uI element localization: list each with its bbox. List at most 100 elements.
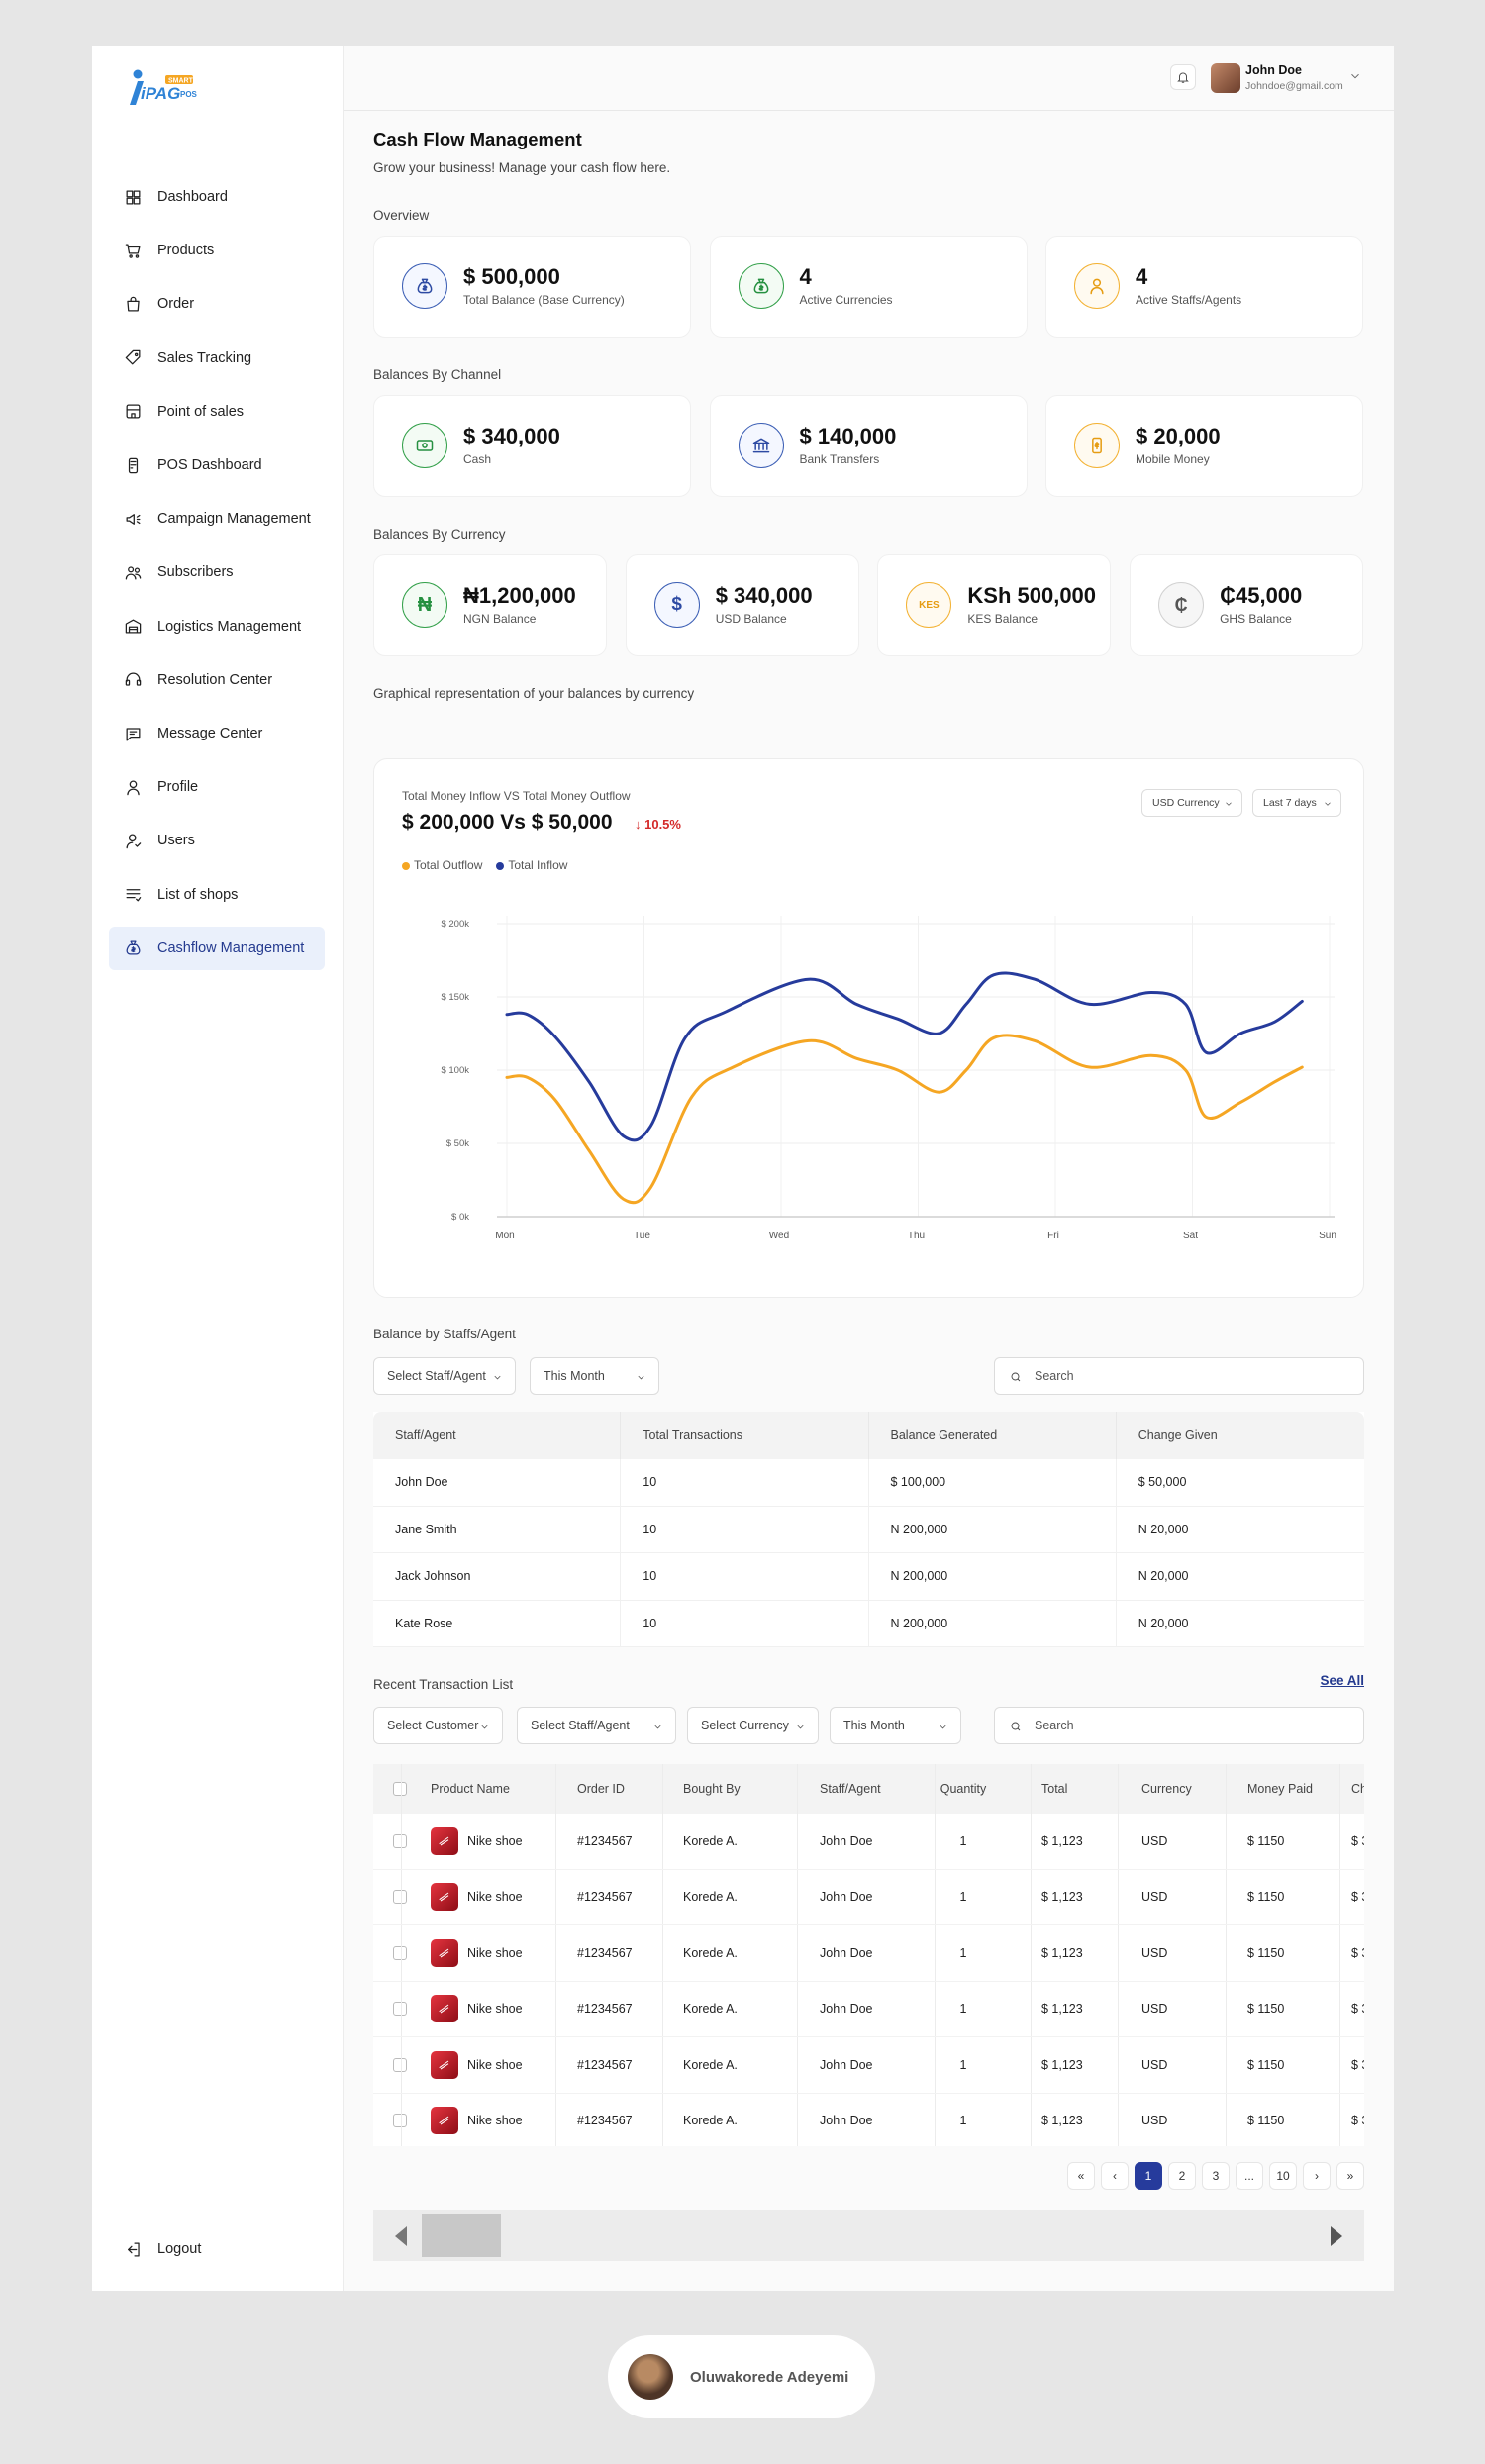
- column-divider: [1118, 2093, 1119, 2146]
- staff-filter-dropdown[interactable]: Select Staff/Agent: [373, 1357, 516, 1395]
- table-cell: $ 1,123: [1041, 1890, 1083, 1905]
- transaction-filter-dropdown[interactable]: Select Customer: [373, 1707, 503, 1744]
- column-divider: [1118, 1981, 1119, 2036]
- table-row[interactable]: Nike shoe #1234567 Korede A. John Doe 1 $ 1,1…: [373, 1869, 1364, 1925]
- table-cell: N 200,000: [869, 1506, 1117, 1552]
- overview-card: $ 500,000 Total Balance (Base Currency): [373, 236, 691, 338]
- app-logo[interactable]: iPAG SMART POS: [122, 65, 201, 109]
- pagination-item[interactable]: ‹: [1101, 2162, 1129, 2190]
- table-row[interactable]: Nike shoe #1234567 Korede A. John Doe 1 $ 1,1…: [373, 2093, 1364, 2147]
- period-dropdown-value: Last 7 days: [1263, 797, 1317, 809]
- currencies-card: ₵ ₵45,000 GHS Balance: [1130, 554, 1364, 656]
- pagination-item[interactable]: «: [1067, 2162, 1095, 2190]
- row-checkbox[interactable]: [393, 1925, 407, 1981]
- horizontal-scrollbar[interactable]: [373, 2210, 1364, 2261]
- table-cell: Jack Johnson: [373, 1553, 622, 1600]
- sidebar-item-message-center[interactable]: Message Center: [109, 712, 325, 755]
- table-cell: 1: [959, 2002, 967, 2017]
- table-row[interactable]: Jack Johnson 10 N 200,000 N 20,000: [373, 1553, 1364, 1601]
- sidebar-item-label: Users: [157, 833, 195, 849]
- column-divider: [797, 2093, 798, 2146]
- transaction-filter-dropdown[interactable]: This Month: [830, 1707, 961, 1744]
- row-checkbox[interactable]: [393, 2094, 407, 2147]
- column-header: Balance Generated: [869, 1412, 1117, 1459]
- currencies-card: KES KSh 500,000 KES Balance: [877, 554, 1112, 656]
- card-label: GHS Balance: [1220, 612, 1292, 626]
- sidebar-item-order[interactable]: Order: [109, 282, 325, 326]
- overview-card-icon: [738, 263, 784, 309]
- table-cell: John Doe: [820, 2002, 873, 2017]
- sidebar-item-pos-dashboard[interactable]: POS Dashboard: [109, 444, 325, 487]
- table-row[interactable]: Nike shoe #1234567 Korede A. John Doe 1 $ 1,1…: [373, 1925, 1364, 1982]
- scroll-left-icon[interactable]: [395, 2226, 407, 2246]
- pagination-item[interactable]: ›: [1303, 2162, 1331, 2190]
- product-name: Nike shoe: [467, 2114, 523, 2128]
- table-row[interactable]: Jane Smith 10 N 200,000 N 20,000: [373, 1506, 1364, 1553]
- table-cell: Jane Smith: [373, 1506, 622, 1552]
- pagination-item[interactable]: 1: [1135, 2162, 1162, 2190]
- staff-search-input[interactable]: Search: [994, 1357, 1364, 1395]
- sidebar-item-resolution-center[interactable]: Resolution Center: [109, 658, 325, 702]
- see-all-link[interactable]: See All: [1320, 1673, 1364, 1688]
- table-row[interactable]: Nike shoe #1234567 Korede A. John Doe 1 $ 1,1…: [373, 2037, 1364, 2094]
- table-row[interactable]: Nike shoe #1234567 Korede A. John Doe 1 $ 1,1…: [373, 1814, 1364, 1870]
- sidebar-item-cashflow-management[interactable]: Cashflow Management: [109, 926, 325, 970]
- table-cell: #1234567: [577, 2057, 633, 2072]
- sidebar-item-dashboard[interactable]: Dashboard: [109, 175, 325, 219]
- table-row[interactable]: Nike shoe #1234567 Korede A. John Doe 1 $ 1,1…: [373, 1981, 1364, 2037]
- scroll-right-icon[interactable]: [1331, 2226, 1342, 2246]
- period-dropdown[interactable]: Last 7 days: [1252, 789, 1341, 817]
- sidebar-item-profile[interactable]: Profile: [109, 765, 325, 809]
- table-cell: Nike shoe: [431, 1982, 523, 2037]
- pagination-item[interactable]: »: [1336, 2162, 1364, 2190]
- pagination-item[interactable]: 3: [1202, 2162, 1230, 2190]
- transaction-filter-dropdown[interactable]: Select Currency: [687, 1707, 819, 1744]
- sidebar-item-list-of-shops[interactable]: List of shops: [109, 873, 325, 917]
- transaction-filter-dropdown[interactable]: Select Staff/Agent: [517, 1707, 676, 1744]
- currency-dropdown[interactable]: USD Currency: [1141, 789, 1242, 817]
- table-cell: 10: [621, 1506, 869, 1552]
- sidebar-item-point-of-sales[interactable]: Point of sales: [109, 390, 325, 434]
- table-cell: Nike shoe: [431, 1870, 523, 1925]
- sidebar-item-products[interactable]: Products: [109, 229, 325, 272]
- sidebar-item-users[interactable]: Users: [109, 819, 325, 862]
- sidebar-item-sales-tracking[interactable]: Sales Tracking: [109, 337, 325, 380]
- sidebar-item-logistics-management[interactable]: Logistics Management: [109, 605, 325, 648]
- dropdown-value: This Month: [843, 1719, 905, 1732]
- currencies-card: ₦ ₦1,200,000 NGN Balance: [373, 554, 607, 656]
- column-divider: [797, 2037, 798, 2093]
- row-checkbox[interactable]: [393, 1814, 407, 1869]
- table-cell: 1: [959, 2114, 967, 2128]
- channels-card: $ 20,000 Mobile Money: [1045, 395, 1363, 497]
- column-divider: [797, 1869, 798, 1924]
- user-menu-chevron-down-icon[interactable]: [1348, 69, 1362, 83]
- notification-button[interactable]: [1170, 64, 1196, 90]
- currencies-card-icon: ₦: [402, 582, 447, 628]
- pagination-item[interactable]: ...: [1236, 2162, 1263, 2190]
- sidebar-item-campaign-management[interactable]: Campaign Management: [109, 497, 325, 541]
- scrollbar-thumb[interactable]: [422, 2214, 501, 2257]
- cart-icon: [123, 241, 143, 260]
- table-cell: John Doe: [820, 1890, 873, 1905]
- pagination-item[interactable]: 2: [1168, 2162, 1196, 2190]
- shoe-icon: [439, 1948, 449, 1958]
- row-checkbox[interactable]: [393, 1982, 407, 2037]
- select-all-checkbox[interactable]: [393, 1764, 407, 1814]
- column-header: Product Name: [431, 1782, 510, 1796]
- table-row[interactable]: Kate Rose 10 N 200,000 N 20,000: [373, 1600, 1364, 1647]
- column-divider: [662, 1869, 663, 1924]
- row-checkbox[interactable]: [393, 1870, 407, 1925]
- inflow-series-line: [505, 971, 1304, 1142]
- sidebar-item-subscribers[interactable]: Subscribers: [109, 550, 325, 594]
- user-avatar[interactable]: [1211, 63, 1240, 93]
- table-cell: #1234567: [577, 2114, 633, 2128]
- table-row[interactable]: John Doe 10 $ 100,000 $ 50,000: [373, 1459, 1364, 1507]
- staff-period-dropdown[interactable]: This Month: [530, 1357, 659, 1395]
- row-checkbox[interactable]: [393, 2037, 407, 2093]
- table-cell: $ 1,123: [1041, 2002, 1083, 2017]
- logout-button[interactable]: Logout: [109, 2227, 307, 2271]
- y-tick-label: $ 100k: [441, 1065, 469, 1076]
- transactions-search-input[interactable]: Search: [994, 1707, 1364, 1744]
- currencies-card-icon: KES: [906, 582, 952, 628]
- pagination-item[interactable]: 10: [1269, 2162, 1297, 2190]
